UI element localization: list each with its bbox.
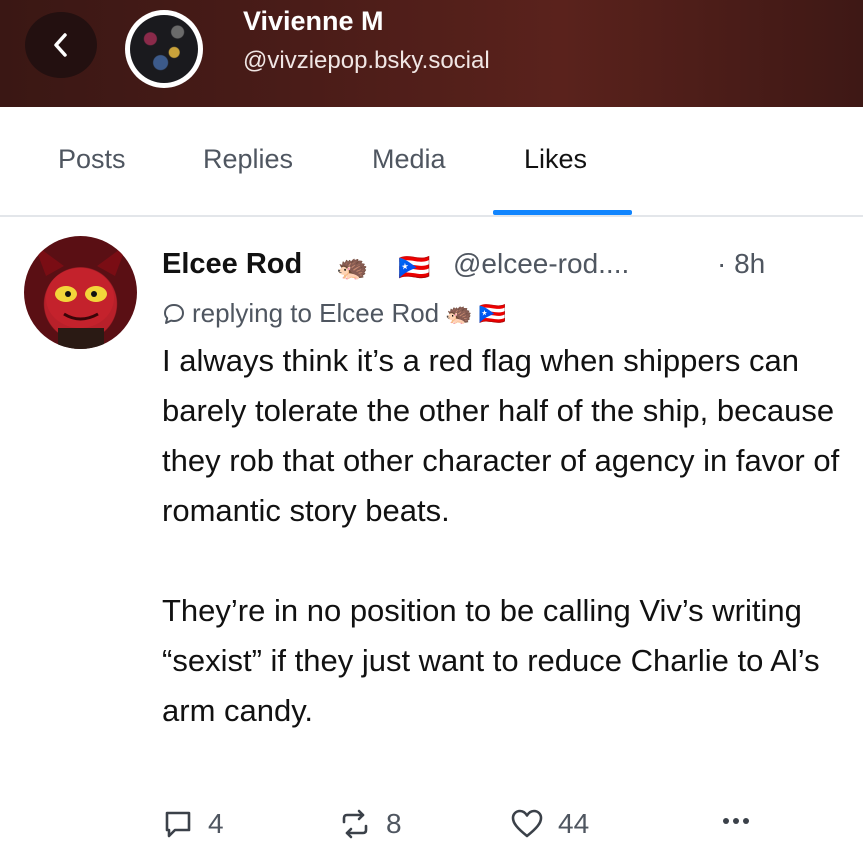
tab-likes[interactable]: Likes [524, 144, 587, 175]
profile-avatar[interactable] [125, 10, 203, 88]
tab-media[interactable]: Media [372, 144, 446, 175]
repost-icon [342, 809, 368, 839]
like-button[interactable]: 44 [510, 808, 589, 840]
flag-icon: 🇵🇷 [398, 252, 431, 282]
repost-count: 8 [386, 808, 402, 839]
ellipsis-icon[interactable] [722, 816, 750, 826]
reply-button[interactable]: 4 [162, 808, 224, 840]
profile-avatar-image [130, 15, 198, 83]
flag-icon: 🇵🇷 [478, 300, 506, 326]
heart-icon [511, 809, 543, 838]
hedgehog-icon: 🦔 [336, 252, 369, 282]
post-item[interactable]: Elcee Rod 🦔 🇵🇷 @elcee-rod.... · 8h reply… [0, 218, 863, 850]
post-timestamp[interactable]: · 8h [717, 248, 765, 280]
profile-handle: @vivziepop.bsky.social [243, 47, 490, 74]
back-button[interactable] [25, 12, 97, 78]
profile-tabs: Posts Replies Media Likes [0, 107, 863, 218]
chevron-left-icon [54, 33, 67, 57]
author-handle[interactable]: @elcee-rod.... [453, 248, 629, 280]
author-name[interactable]: Elcee Rod [162, 248, 302, 281]
author-avatar[interactable] [24, 236, 137, 349]
reply-context[interactable]: replying to Elcee Rod 🦔 🇵🇷 [162, 298, 506, 329]
comment-icon [165, 811, 191, 838]
reply-bubble-icon [164, 303, 184, 324]
reply-context-text: replying to Elcee Rod [192, 298, 440, 328]
reply-count: 4 [208, 808, 224, 839]
profile-name: Vivienne M [243, 6, 384, 36]
tab-replies[interactable]: Replies [203, 144, 293, 175]
repost-button[interactable]: 8 [338, 808, 402, 840]
tabs-divider [0, 215, 863, 217]
post-text: I always think it’s a red flag when ship… [162, 343, 840, 728]
profile-header: Vivienne M @vivziepop.bsky.social [0, 0, 863, 107]
tab-posts[interactable]: Posts [58, 144, 126, 175]
like-count: 44 [558, 808, 590, 839]
hedgehog-icon: 🦔 [445, 300, 473, 326]
author-avatar-image [34, 244, 127, 349]
